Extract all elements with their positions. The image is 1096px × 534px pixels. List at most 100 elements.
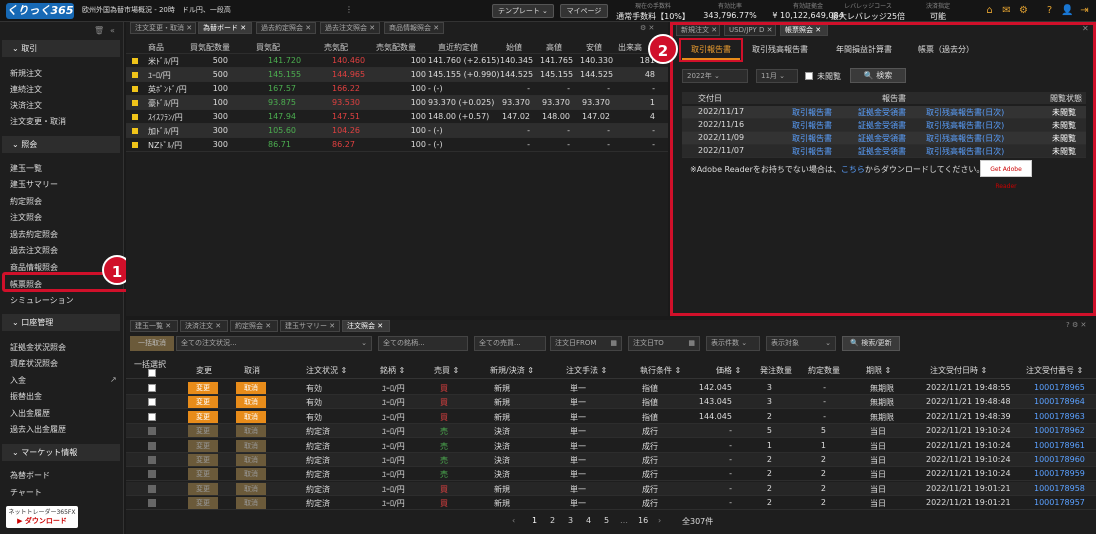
panel-settings-icon[interactable]: ⚙ ✕ (640, 24, 654, 32)
tab-order-inquiry[interactable]: 注文照会 ✕ (342, 320, 390, 332)
fx-board-row[interactable]: 英ﾎﾟﾝﾄﾞ/円 100 167.57 166.22 100- (-) - - - - (126, 82, 668, 96)
order-number-link[interactable]: 1000178965 (1034, 383, 1085, 392)
section-account[interactable]: ⌄ 口座管理 (2, 314, 120, 331)
sidebar-item-transfer-withdraw[interactable]: 振替出金 (10, 391, 42, 402)
tab-past-orders[interactable]: 過去注文照会 ✕ (320, 22, 380, 34)
order-row[interactable]: 変更 取消 約定済 ﾕｰﾛ/円 売 決済 単一 成行 - 2 2 当日 2022/11/21 19:10… (126, 453, 1096, 467)
sidebar-item-asset-status[interactable]: 資産状況照会 (10, 358, 58, 369)
row-select-checkbox[interactable] (148, 412, 156, 421)
sidebar-item-position-summary[interactable]: 建玉サマリー (10, 179, 58, 190)
prev-page-icon[interactable]: ‹ (512, 516, 515, 525)
sidebar-item-modify-order[interactable]: 注文変更・取消 (10, 116, 66, 127)
calendar-icon[interactable]: ▦ (688, 337, 695, 349)
page-4[interactable]: 4 (586, 516, 591, 525)
fx-board-row[interactable]: 米ﾄﾞﾙ/円 500 141.720 140.460 100 141.760 (+2.61… (126, 54, 668, 68)
sidebar-item-settle-order[interactable]: 決済注文 (10, 100, 42, 111)
select-all-checkbox[interactable] (148, 369, 156, 377)
col-price[interactable]: 価格 ⇕ (716, 365, 741, 376)
display-target-select[interactable]: 表示対象 ⌄ (766, 336, 836, 351)
fx-board-row[interactable]: 豪ﾄﾞﾙ/円 100 93.875 93.530 100 93.370 (+0.025) 9… (126, 96, 668, 110)
section-trade[interactable]: ⌄ 取引 (2, 40, 120, 57)
section-market[interactable]: ⌄ マーケット情報 (2, 444, 120, 461)
mail-icon[interactable]: ✉ (1000, 4, 1013, 17)
order-number-link[interactable]: 1000178963 (1034, 412, 1085, 421)
fx-board-row[interactable]: ﾕｰﾛ/円 500 145.155 144.965 100 145.155 (+0.990… (126, 68, 668, 82)
sidebar-item-new-order[interactable]: 新規注文 (10, 68, 42, 79)
col-order-number[interactable]: 注文受付番号 ⇕ (1026, 365, 1083, 376)
next-page-icon[interactable]: › (658, 516, 661, 525)
date-from-field[interactable]: 注文日FROM ▦ (550, 336, 622, 351)
mypage-button[interactable]: マイページ (560, 4, 608, 18)
fx-board-row[interactable]: NZﾄﾞﾙ/円 300 86.71 86.27 100- (-) - - - - (126, 138, 668, 152)
sidebar-item-cash-history[interactable]: 入出金履歴 (10, 408, 50, 419)
home-icon[interactable]: ⌂ (983, 4, 996, 17)
sidebar-item-orders[interactable]: 注文照会 (10, 212, 42, 223)
col-new-settle[interactable]: 新規/決済 ⇕ (490, 365, 534, 376)
tab-position-summary[interactable]: 建玉サマリー ✕ (280, 320, 340, 332)
change-button[interactable]: 変更 (188, 410, 218, 423)
sidebar-item-deposit[interactable]: 入金 (10, 375, 26, 386)
col-order-time[interactable]: 注文受付日時 ⇕ (930, 365, 987, 376)
cancel-button[interactable]: 取消 (236, 396, 266, 409)
fx-board-row[interactable]: 加ﾄﾞﾙ/円 300 105.60 104.26 100- (-) - - - - (126, 124, 668, 138)
order-status-select[interactable]: 全ての注文状況... ⌄ (176, 336, 372, 351)
order-number-link[interactable]: 1000178958 (1034, 484, 1085, 493)
date-to-field[interactable]: 注文日TO ▦ (628, 336, 700, 351)
order-number-link[interactable]: 1000178959 (1034, 469, 1085, 478)
download-banner[interactable]: ネットトレーダー365FX ▶ ダウンロード (6, 506, 78, 528)
order-row[interactable]: 変更 取消 有効 ﾕｰﾛ/円 買 新規 単一 指値 144.045 2 - 無期限 2022/11/21… (126, 410, 1096, 424)
order-number-link[interactable]: 1000178957 (1034, 498, 1085, 507)
sidebar-item-past-cash-history[interactable]: 過去入出金履歴 (10, 424, 66, 435)
section-inquiry[interactable]: ⌄ 照会 (2, 136, 120, 153)
page-size-select[interactable]: 表示件数 ⌄ (706, 336, 760, 351)
page-3[interactable]: 3 (568, 516, 573, 525)
tab-executions[interactable]: 約定照会 ✕ (230, 320, 278, 332)
sidebar-item-fx-board[interactable]: 為替ボード (10, 470, 50, 481)
logout-icon[interactable]: ⇥ (1078, 4, 1091, 17)
col-side[interactable]: 売買 ⇕ (434, 365, 459, 376)
change-button[interactable]: 変更 (188, 396, 218, 409)
tab-positions[interactable]: 建玉一覧 ✕ (130, 320, 178, 332)
col-expiry[interactable]: 期限 ⇕ (866, 365, 891, 376)
change-button[interactable]: 変更 (188, 382, 218, 394)
symbol-filter[interactable]: 全ての銘柄... (378, 336, 468, 351)
news-ticker[interactable]: 欧州外国為替市場概況 - 20時 ドル円、一段高 (82, 5, 231, 15)
order-row[interactable]: 変更 取消 有効 ﾕｰﾛ/円 買 新規 単一 指値 143.045 3 - 無期限 2022/11/21… (126, 395, 1096, 410)
user-icon[interactable]: 👤 (1061, 4, 1074, 17)
col-order-method[interactable]: 注文手法 ⇕ (566, 365, 607, 376)
order-row[interactable]: 変更 取消 約定済 ﾕｰﾛ/円 売 決済 単一 成行 - 2 2 当日 2022/11/21 19:10… (126, 467, 1096, 482)
orders-panel-controls-icon[interactable]: ? ⚙ ✕ (1066, 321, 1086, 329)
order-row[interactable]: 変更 取消 有効 ﾕｰﾛ/円 買 新規 単一 指値 142.045 3 - 無期限 2022/11/21… (126, 381, 1096, 395)
sidebar-item-past-orders[interactable]: 過去注文照会 (10, 245, 58, 256)
sidebar-item-past-executions[interactable]: 過去約定照会 (10, 229, 58, 240)
collapse-icon[interactable]: « (110, 26, 115, 35)
row-select-checkbox[interactable] (148, 384, 156, 392)
sidebar-item-margin-status[interactable]: 証拠金状況照会 (10, 342, 66, 353)
order-row[interactable]: 変更 取消 約定済 ﾕｰﾛ/円 買 新規 単一 成行 - 2 2 当日 2022/11/21 19:01… (126, 496, 1096, 511)
sidebar-item-chain-order[interactable]: 連続注文 (10, 84, 42, 95)
bulk-cancel-button[interactable]: 一括取消 (130, 336, 174, 351)
order-row[interactable]: 変更 取消 約定済 ﾕｰﾛ/円 買 新規 単一 成行 - 2 2 当日 2022/11/21 19:01… (126, 481, 1096, 496)
order-row[interactable]: 変更 取消 約定済 ﾕｰﾛ/円 売 決済 単一 成行 - 1 1 当日 2022/11/21 19:10… (126, 439, 1096, 453)
template-button[interactable]: テンプレート ⌄ (492, 4, 554, 18)
order-number-link[interactable]: 1000178964 (1034, 397, 1085, 406)
page-5[interactable]: 5 (604, 516, 609, 525)
gear-icon[interactable]: ⚙ (1017, 4, 1030, 17)
fx-board-row[interactable]: ｽｲｽﾌﾗﾝ/円 300 147.94 147.51 100 148.00 (+0.57)… (126, 110, 668, 124)
tab-past-executions[interactable]: 過去約定照会 ✕ (256, 22, 316, 34)
side-filter[interactable]: 全ての売買... (474, 336, 546, 351)
calendar-icon[interactable]: ▦ (610, 337, 617, 349)
search-refresh-button[interactable]: 🔍 検索/更新 (842, 336, 900, 351)
tab-settle-order[interactable]: 決済注文 ✕ (180, 320, 228, 332)
row-select-checkbox[interactable] (148, 398, 156, 407)
page-16[interactable]: 16 (638, 516, 648, 525)
col-order-status[interactable]: 注文状況 ⇕ (306, 365, 347, 376)
tab-modify-order[interactable]: 注文変更・取消 ✕ (130, 22, 196, 34)
tab-product-info[interactable]: 商品情報照会 ✕ (384, 22, 444, 34)
col-exec-condition[interactable]: 執行条件 ⇕ (640, 365, 681, 376)
order-row[interactable]: 変更 取消 約定済 ﾕｰﾛ/円 売 決済 単一 成行 - 5 5 当日 2022/11/21 19:10… (126, 424, 1096, 439)
col-symbol[interactable]: 銘柄 ⇕ (380, 365, 405, 376)
cancel-button[interactable]: 取消 (236, 410, 266, 423)
order-number-link[interactable]: 1000178962 (1034, 426, 1085, 435)
trash-icon[interactable]: 🗑 (94, 26, 104, 35)
